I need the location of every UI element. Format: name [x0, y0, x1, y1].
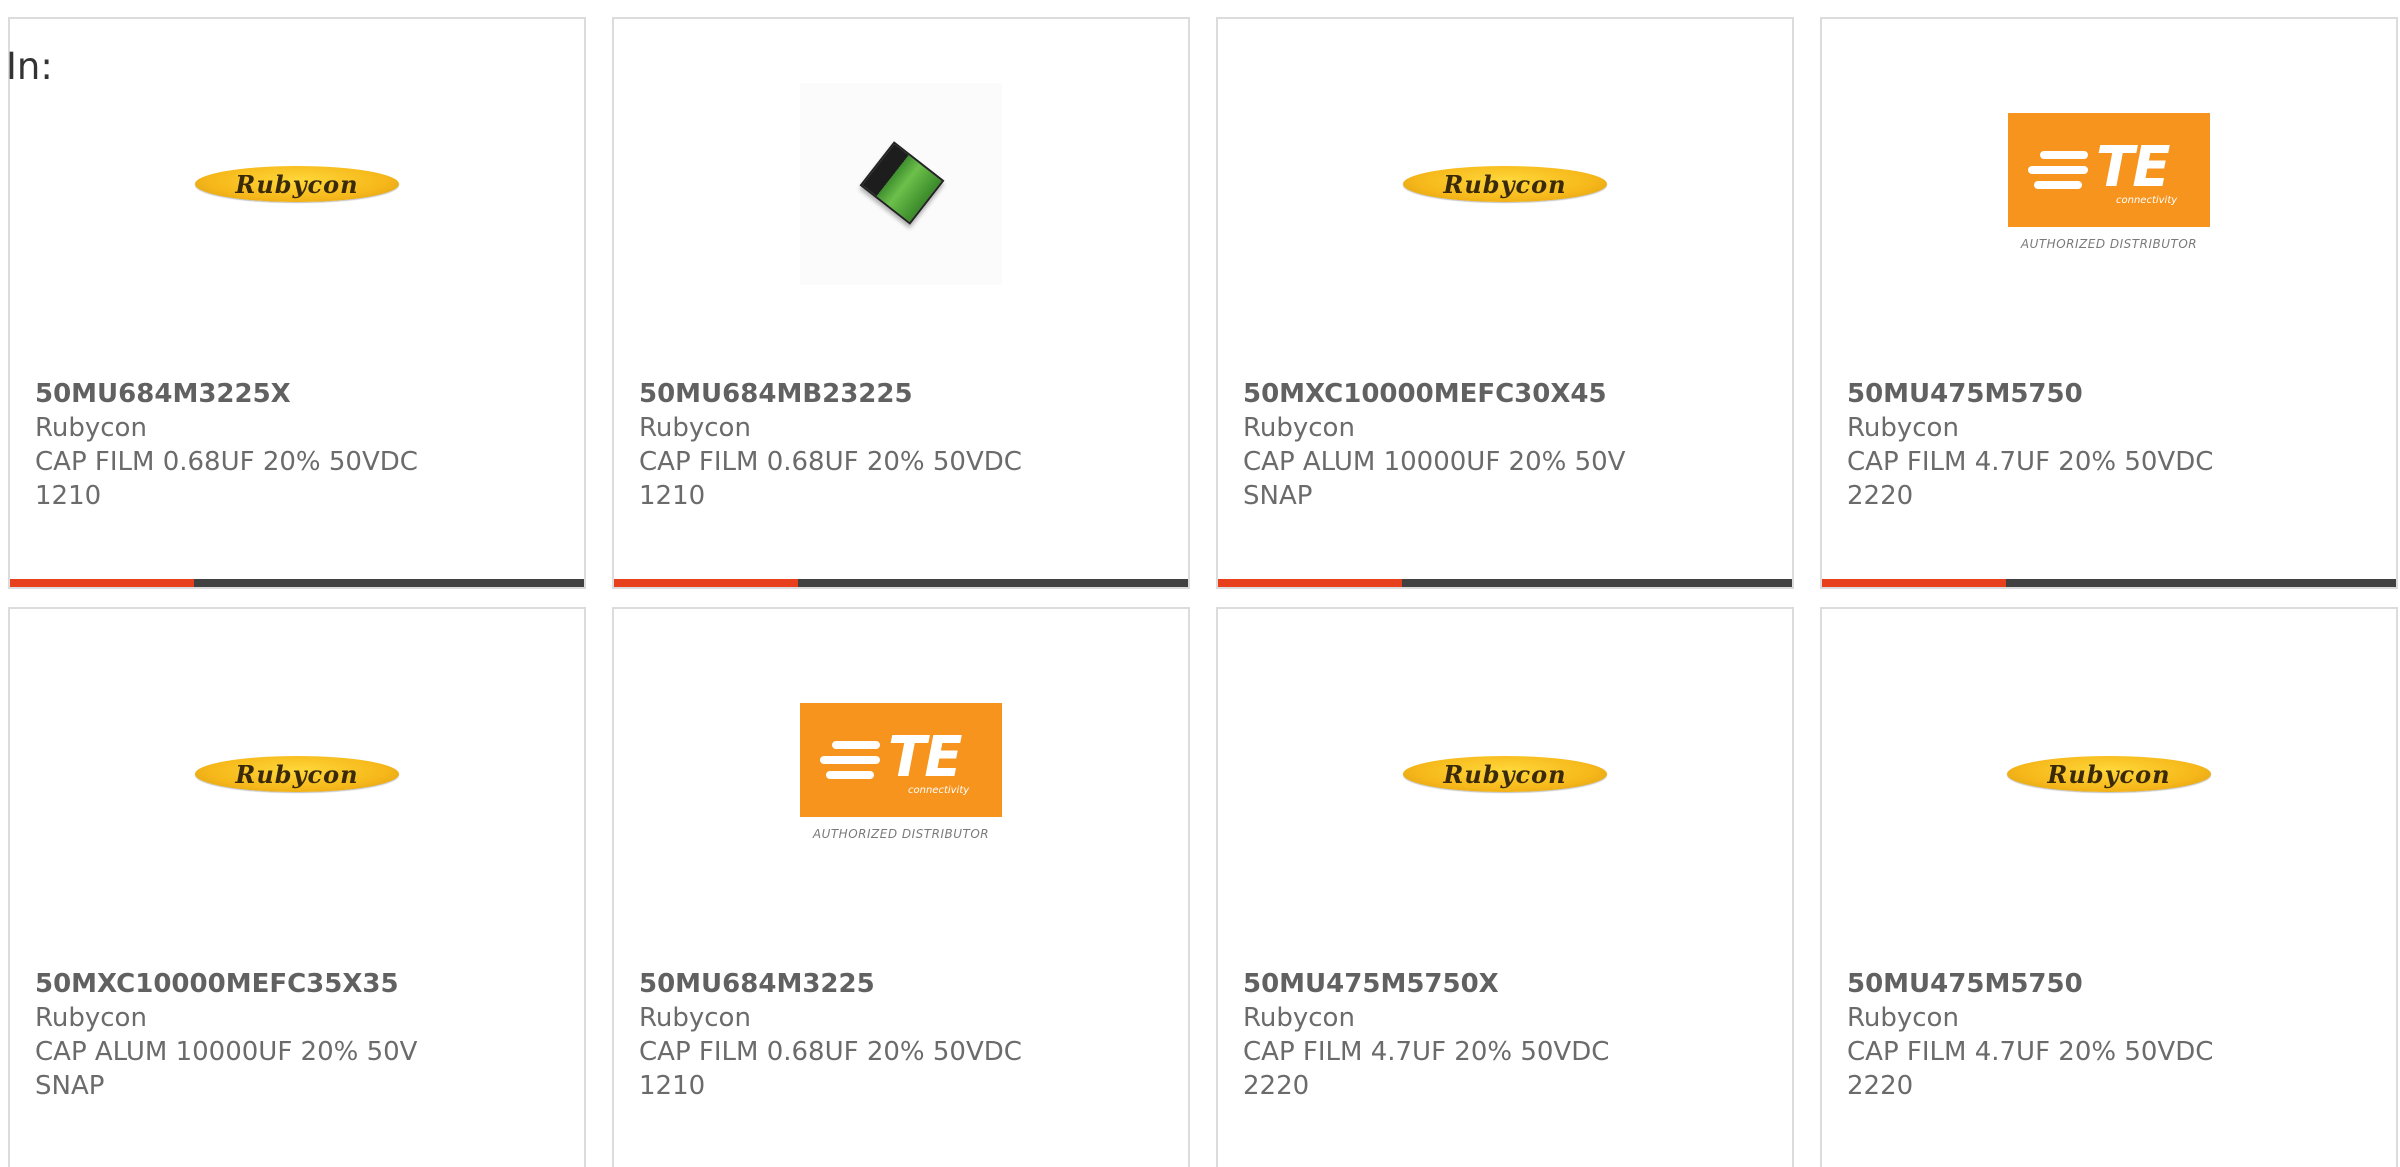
- te-connectivity-logo: TE connectivity AUTHORIZED DISTRIBUTOR: [2008, 113, 2210, 255]
- rubycon-logo: Rubycon: [195, 166, 399, 202]
- product-card[interactable]: 50MU684MB23225 Rubycon CAP FILM 0.68UF 20%…: [612, 17, 1190, 589]
- part-number-link[interactable]: 50MU475M5750X: [1243, 967, 1723, 1001]
- te-logo-box: TE connectivity: [800, 703, 1002, 817]
- rubycon-logo-text: Rubycon: [1443, 759, 1567, 789]
- authorized-distributor-text: AUTHORIZED DISTRIBUTOR: [812, 827, 990, 841]
- manufacturer-name: Rubycon: [639, 1003, 751, 1033]
- product-info: 50MXC10000MEFC30X45 Rubycon CAP ALUM 10000…: [1243, 377, 1723, 513]
- product-image[interactable]: TE connectivity AUTHORIZED DISTRIBUTOR: [1822, 79, 2396, 289]
- te-logo-box: TE connectivity: [2008, 113, 2210, 227]
- product-image[interactable]: Rubycon: [10, 669, 584, 879]
- manufacturer-name: Rubycon: [1243, 1003, 1355, 1033]
- rubycon-logo: Rubycon: [195, 756, 399, 792]
- part-number-link[interactable]: 50MU684M3225X: [35, 377, 515, 411]
- product-image[interactable]: Rubycon: [10, 79, 584, 289]
- manufacturer-name: Rubycon: [1847, 1003, 1959, 1033]
- part-number-link[interactable]: 50MXC10000MEFC30X45: [1243, 377, 1723, 411]
- product-description: CAP ALUM 10000UF 20% 50V SNAP: [35, 1037, 418, 1101]
- product-description: CAP FILM 0.68UF 20% 50VDC 1210: [639, 447, 1022, 511]
- capacitor-chip-photo: [800, 83, 1002, 285]
- part-number-link[interactable]: 50MU475M5750: [1847, 967, 2327, 1001]
- manufacturer-name: Rubycon: [639, 413, 751, 443]
- card-progress-fill: [1218, 579, 1402, 587]
- product-grid-page: In: Rubycon 50MU684M3225X Rubycon CAP FILM …: [0, 0, 2400, 1167]
- product-card[interactable]: Rubycon 50MXC10000MEFC30X45 Rubycon CAP ALU…: [1216, 17, 1794, 589]
- rubycon-logo-text: Rubycon: [1443, 169, 1567, 199]
- te-logo-lines: [820, 741, 880, 786]
- card-progress-fill: [10, 579, 194, 587]
- authorized-distributor-text: AUTHORIZED DISTRIBUTOR: [2020, 237, 2198, 251]
- part-number-link[interactable]: 50MU684MB23225: [639, 377, 1119, 411]
- rubycon-logo: Rubycon: [1403, 166, 1607, 202]
- te-logo-subtext: connectivity: [908, 785, 970, 796]
- card-progress-fill: [1822, 579, 2006, 587]
- product-description: CAP FILM 4.7UF 20% 50VDC 2220: [1847, 447, 2214, 511]
- product-info: 50MU684M3225X Rubycon CAP FILM 0.68UF 20% …: [35, 377, 515, 513]
- product-info: 50MU475M5750X Rubycon CAP FILM 4.7UF 20% 5…: [1243, 967, 1723, 1103]
- product-image[interactable]: TE connectivity AUTHORIZED DISTRIBUTOR: [614, 669, 1188, 879]
- product-info: 50MXC10000MEFC35X35 Rubycon CAP ALUM 10000…: [35, 967, 515, 1103]
- product-card[interactable]: TE connectivity AUTHORIZED DISTRIBUTOR 50MU…: [612, 607, 1190, 1167]
- product-card[interactable]: TE connectivity AUTHORIZED DISTRIBUTOR 50MU…: [1820, 17, 2398, 589]
- te-logo-subtext: connectivity: [2116, 195, 2178, 206]
- rubycon-logo: Rubycon: [1403, 756, 1607, 792]
- card-progress-bar: [1218, 579, 1792, 587]
- manufacturer-name: Rubycon: [1847, 413, 1959, 443]
- product-info: 50MU684M3225 Rubycon CAP FILM 0.68UF 20% 5…: [639, 967, 1119, 1103]
- product-card[interactable]: Rubycon 50MU475M5750X Rubycon CAP FILM 4.7U…: [1216, 607, 1794, 1167]
- product-image[interactable]: Rubycon: [1822, 669, 2396, 879]
- rubycon-logo: Rubycon: [2007, 756, 2211, 792]
- product-card[interactable]: Rubycon 50MU684M3225X Rubycon CAP FILM 0.68…: [8, 17, 586, 589]
- product-info: 50MU684MB23225 Rubycon CAP FILM 0.68UF 20%…: [639, 377, 1119, 513]
- product-card[interactable]: Rubycon 50MXC10000MEFC35X35 Rubycon CAP ALU…: [8, 607, 586, 1167]
- te-connectivity-logo: TE connectivity AUTHORIZED DISTRIBUTOR: [800, 703, 1002, 845]
- product-description: CAP ALUM 10000UF 20% 50V SNAP: [1243, 447, 1626, 511]
- card-progress-bar: [1822, 579, 2396, 587]
- manufacturer-name: Rubycon: [1243, 413, 1355, 443]
- product-info: 50MU475M5750 Rubycon CAP FILM 4.7UF 20% 50…: [1847, 967, 2327, 1103]
- product-description: CAP FILM 0.68UF 20% 50VDC 1210: [35, 447, 418, 511]
- product-description: CAP FILM 4.7UF 20% 50VDC 2220: [1243, 1037, 1610, 1101]
- manufacturer-name: Rubycon: [35, 1003, 147, 1033]
- product-description: CAP FILM 0.68UF 20% 50VDC 1210: [639, 1037, 1022, 1101]
- product-description: CAP FILM 4.7UF 20% 50VDC 2220: [1847, 1037, 2214, 1101]
- product-image[interactable]: Rubycon: [1218, 79, 1792, 289]
- product-image[interactable]: [614, 79, 1188, 289]
- manufacturer-name: Rubycon: [35, 413, 147, 443]
- in-label: In:: [6, 45, 53, 88]
- product-info: 50MU475M5750 Rubycon CAP FILM 4.7UF 20% 50…: [1847, 377, 2327, 513]
- product-image[interactable]: Rubycon: [1218, 669, 1792, 879]
- part-number-link[interactable]: 50MU684M3225: [639, 967, 1119, 1001]
- part-number-link[interactable]: 50MU475M5750: [1847, 377, 2327, 411]
- te-logo-text: TE: [2096, 135, 2170, 200]
- rubycon-logo-text: Rubycon: [2047, 759, 2171, 789]
- card-progress-bar: [614, 579, 1188, 587]
- product-card[interactable]: Rubycon 50MU475M5750 Rubycon CAP FILM 4.7UF…: [1820, 607, 2398, 1167]
- rubycon-logo-text: Rubycon: [235, 759, 359, 789]
- card-progress-fill: [614, 579, 798, 587]
- te-logo-text: TE: [888, 725, 962, 790]
- card-progress-bar: [10, 579, 584, 587]
- te-logo-lines: [2028, 151, 2088, 196]
- part-number-link[interactable]: 50MXC10000MEFC35X35: [35, 967, 515, 1001]
- rubycon-logo-text: Rubycon: [235, 169, 359, 199]
- chip-component: [859, 141, 945, 225]
